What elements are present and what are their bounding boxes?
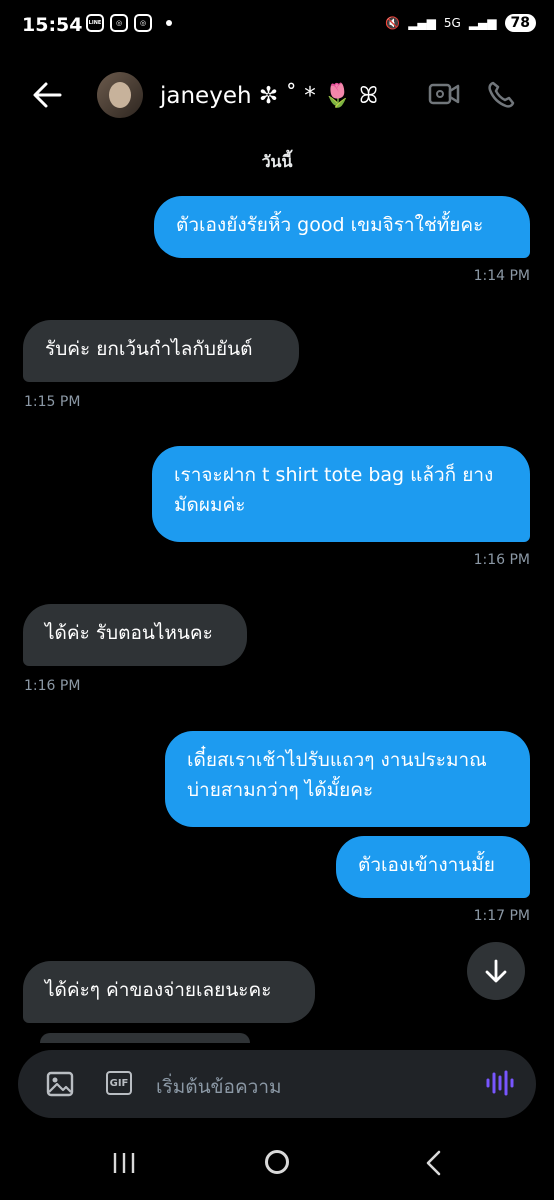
contact-name[interactable]: janeyeh ✼ ˚ * 🌷 ꕤ — [160, 82, 378, 109]
video-call-icon[interactable] — [428, 81, 460, 107]
image-icon[interactable] — [46, 1071, 74, 1097]
mute-icon: 🔇 — [385, 16, 401, 30]
message-bubble-incoming-partial — [40, 1033, 250, 1043]
voice-message-icon[interactable] — [484, 1068, 514, 1098]
message-input[interactable]: เริ่มต้นข้อความ — [156, 1072, 282, 1102]
status-notification-icons: LINE ◎ ◎ — [86, 14, 172, 32]
message-timestamp: 1:17 PM — [473, 908, 530, 924]
instagram-icon: ◎ — [134, 14, 152, 32]
day-separator: วันนี้ — [261, 152, 293, 171]
recent-apps-icon[interactable] — [112, 1152, 136, 1174]
message-bubble-incoming[interactable]: รับค่ะ ยกเว้นกำไลกับยันต์ — [23, 320, 299, 382]
message-timestamp: 1:16 PM — [473, 552, 530, 568]
message-bubble-incoming[interactable]: ได้ค่ะๆ ค่าของจ่ายเลยนะคะ — [23, 961, 315, 1023]
message-timestamp: 1:15 PM — [24, 394, 81, 410]
network-type: 5G — [443, 16, 461, 30]
message-timestamp: 1:16 PM — [24, 678, 81, 694]
message-bubble-outgoing[interactable]: เราจะฝาก t shirt tote bag แล้วก็ ยางมัดผ… — [152, 446, 530, 542]
instagram-icon: ◎ — [110, 14, 128, 32]
avatar[interactable] — [97, 72, 143, 118]
phone-icon[interactable] — [486, 80, 516, 110]
nav-back-icon[interactable] — [424, 1150, 442, 1176]
message-bubble-outgoing[interactable]: เดี๋ยสเราเช้าไปรับแถวๆ งานประมาณบ่ายสามก… — [165, 731, 530, 827]
signal-icon: ▂▄▆ — [408, 16, 436, 30]
gif-button[interactable]: GIF — [106, 1071, 132, 1095]
back-arrow-icon[interactable] — [30, 80, 64, 110]
message-timestamp: 1:14 PM — [473, 268, 530, 284]
notification-dot-icon — [166, 20, 172, 26]
status-system-icons: 🔇 ▂▄▆ 5G ▂▄▆ 78 — [385, 14, 536, 32]
scroll-to-bottom-button[interactable] — [467, 942, 525, 1000]
message-bubble-outgoing[interactable]: ตัวเองเข้างานมั้ย — [336, 836, 530, 898]
message-bubble-incoming[interactable]: ได้ค่ะ รับตอนไหนคะ — [23, 604, 247, 666]
battery-level: 78 — [504, 14, 536, 32]
message-bubble-outgoing[interactable]: ตัวเองยังรัยหิ้ว good เขมจิราใช่ทั้ยคะ — [154, 196, 530, 258]
status-time: 15:54 — [22, 14, 83, 36]
arrow-down-icon — [485, 959, 507, 983]
signal-icon: ▂▄▆ — [468, 16, 497, 30]
line-app-icon: LINE — [86, 14, 104, 32]
home-button-icon[interactable] — [265, 1150, 289, 1174]
